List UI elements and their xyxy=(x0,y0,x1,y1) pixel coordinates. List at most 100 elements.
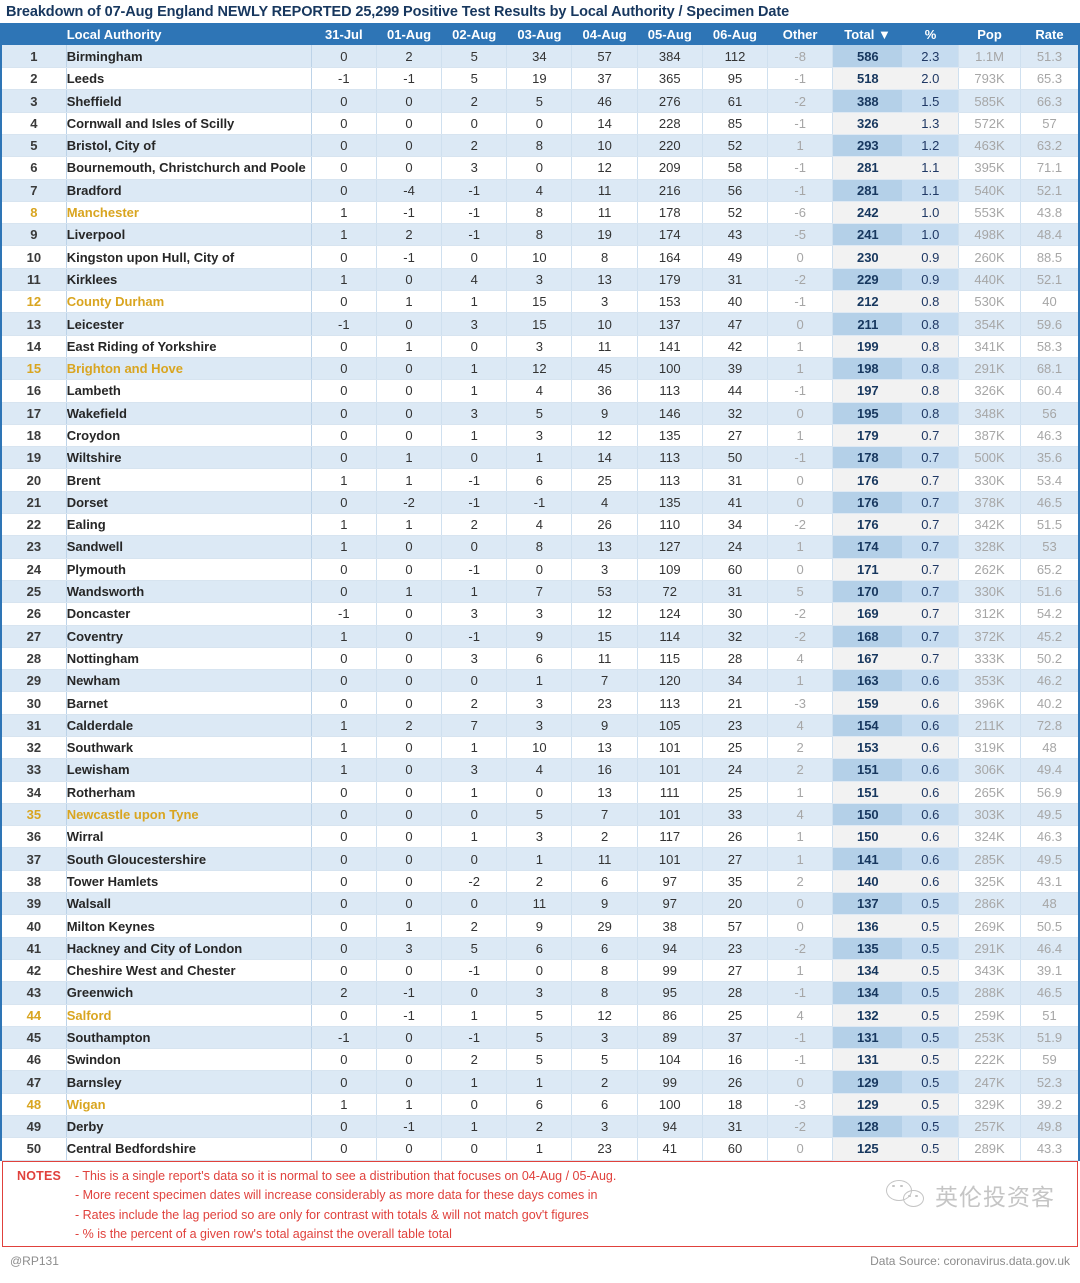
row-authority: Newcastle upon Tyne xyxy=(65,803,312,827)
row-day-5: 105 xyxy=(637,714,703,738)
row-day-0: 0 xyxy=(311,357,377,381)
row-percent: 2.0 xyxy=(902,67,959,91)
row-day-0: 0 xyxy=(311,959,377,983)
row-authority: South Gloucestershire xyxy=(65,847,312,871)
row-rank: 45 xyxy=(1,1026,67,1050)
row-pop: 289K xyxy=(958,1137,1021,1161)
column-header-percent[interactable]: % xyxy=(902,23,960,46)
row-day-0: 0 xyxy=(311,45,377,69)
row-day-1: 0 xyxy=(376,402,443,425)
page-title: Breakdown of 07-Aug England NEWLY REPORT… xyxy=(6,4,790,20)
row-day-1: -1 xyxy=(376,245,443,269)
row-pop: 288K xyxy=(958,981,1021,1005)
row-authority: Bristol, City of xyxy=(65,134,312,158)
row-day-4: 14 xyxy=(571,446,638,470)
column-header-day-1[interactable]: 01-Aug xyxy=(376,23,443,46)
column-header-authority[interactable]: Local Authority xyxy=(66,23,312,46)
row-day-6: 25 xyxy=(702,1004,769,1027)
row-percent: 0.5 xyxy=(902,1004,959,1027)
row-total: 281 xyxy=(832,156,903,180)
row-day-3: 0 xyxy=(506,112,573,135)
row-day-4: 4 xyxy=(571,491,638,515)
table-row: 48 Wigan 1 1 0 6 6 100 18 -3 129 0.5 329K 39.2 xyxy=(1,1093,1079,1117)
column-header-rank[interactable] xyxy=(1,23,67,46)
column-header-day-3[interactable]: 03-Aug xyxy=(506,23,573,46)
row-rank: 39 xyxy=(1,892,67,916)
column-header-day-2[interactable]: 02-Aug xyxy=(441,23,508,46)
table-row: 28 Nottingham 0 0 3 6 11 115 28 4 167 0.7 333K 50.2 xyxy=(1,647,1079,671)
row-day-3: 12 xyxy=(506,357,573,381)
row-day-3: 6 xyxy=(506,1093,573,1117)
row-day-6: 24 xyxy=(702,535,769,559)
row-day-4: 15 xyxy=(571,625,638,648)
row-day-0: 1 xyxy=(311,468,377,492)
row-day-2: -1 xyxy=(441,558,508,581)
row-pop: 530K xyxy=(958,290,1021,314)
row-other: -8 xyxy=(767,45,834,69)
row-day-4: 11 xyxy=(571,847,638,871)
row-other: 1 xyxy=(767,781,834,804)
column-header-day-6[interactable]: 06-Aug xyxy=(702,23,769,46)
row-authority: Coventry xyxy=(65,625,312,648)
row-day-5: 104 xyxy=(637,1048,703,1072)
column-header-total[interactable]: Total ▼ xyxy=(832,23,903,46)
row-other: -1 xyxy=(767,446,834,470)
row-pop: 387K xyxy=(958,424,1021,448)
table-row: 14 East Riding of Yorkshire 0 1 0 3 11 141 42 1 19… xyxy=(1,335,1079,358)
row-day-4: 7 xyxy=(571,669,638,693)
column-header-other[interactable]: Other xyxy=(767,23,834,46)
row-percent: 1.2 xyxy=(902,134,959,158)
row-pop: 312K xyxy=(958,602,1021,626)
row-total: 388 xyxy=(832,89,903,113)
row-total: 195 xyxy=(832,402,903,425)
row-rate: 51.6 xyxy=(1019,580,1079,604)
table-row: 35 Newcastle upon Tyne 0 0 0 5 7 101 33 4 150 0.6 30… xyxy=(1,803,1079,827)
row-day-0: 0 xyxy=(311,491,377,515)
row-rank: 3 xyxy=(1,89,67,113)
notes-box: NOTES - This is a single report's data s… xyxy=(2,1160,1078,1247)
row-day-0: -1 xyxy=(311,312,377,336)
row-other: 0 xyxy=(767,402,834,425)
column-header-day-5[interactable]: 05-Aug xyxy=(637,23,703,46)
row-day-3: 2 xyxy=(506,1115,573,1139)
breakdown-table: Local Authority 31-Jul 01-Aug 02-Aug 03-… xyxy=(0,23,1080,1161)
row-other: 1 xyxy=(767,134,834,158)
row-rank: 12 xyxy=(1,290,67,314)
row-day-3: 6 xyxy=(506,937,573,960)
row-rank: 46 xyxy=(1,1048,67,1072)
row-day-1: -1 xyxy=(376,981,443,1005)
row-day-3: -1 xyxy=(506,491,573,515)
row-day-5: 113 xyxy=(637,379,703,403)
row-day-6: 39 xyxy=(702,357,769,381)
row-total: 178 xyxy=(832,446,903,470)
row-rank: 40 xyxy=(1,914,67,938)
column-header-day-0[interactable]: 31-Jul xyxy=(311,23,377,46)
table-body: 1 Birmingham 0 2 5 34 57 384 112 -8 586 2.3 1.1M 51.3… xyxy=(1,45,1079,1161)
row-day-1: 0 xyxy=(376,424,443,448)
row-day-1: 0 xyxy=(376,156,443,180)
table-row: 41 Hackney and City of London 0 3 5 6 6 94 23 -2 1… xyxy=(1,937,1079,960)
column-header-rate[interactable]: Rate xyxy=(1020,23,1080,46)
row-rate: 68.1 xyxy=(1019,357,1079,381)
row-day-0: 1 xyxy=(311,1093,377,1117)
table-row: 7 Bradford 0 -4 -1 4 11 216 56 -1 281 1.1 540K 52.1 xyxy=(1,179,1079,202)
row-day-4: 9 xyxy=(571,402,638,425)
row-day-1: -1 xyxy=(376,1115,443,1139)
row-rate: 49.5 xyxy=(1019,847,1079,871)
column-header-pop[interactable]: Pop xyxy=(958,23,1021,46)
row-percent: 1.1 xyxy=(902,156,959,180)
row-total: 242 xyxy=(832,201,903,225)
row-day-2: 1 xyxy=(441,781,508,804)
table-row: 27 Coventry 1 0 -1 9 15 114 32 -2 168 0.7 372K 45.2 xyxy=(1,625,1079,648)
row-authority: Sandwell xyxy=(65,535,312,559)
row-pop: 291K xyxy=(958,357,1021,381)
row-other: -1 xyxy=(767,179,834,202)
row-pop: 793K xyxy=(958,67,1021,91)
row-day-2: 1 xyxy=(441,1070,508,1094)
column-header-day-4[interactable]: 04-Aug xyxy=(571,23,638,46)
row-percent: 0.6 xyxy=(902,736,959,760)
row-authority: Walsall xyxy=(65,892,312,916)
row-day-1: 0 xyxy=(376,803,443,827)
row-day-5: 111 xyxy=(637,781,703,804)
row-pop: 553K xyxy=(958,201,1021,225)
